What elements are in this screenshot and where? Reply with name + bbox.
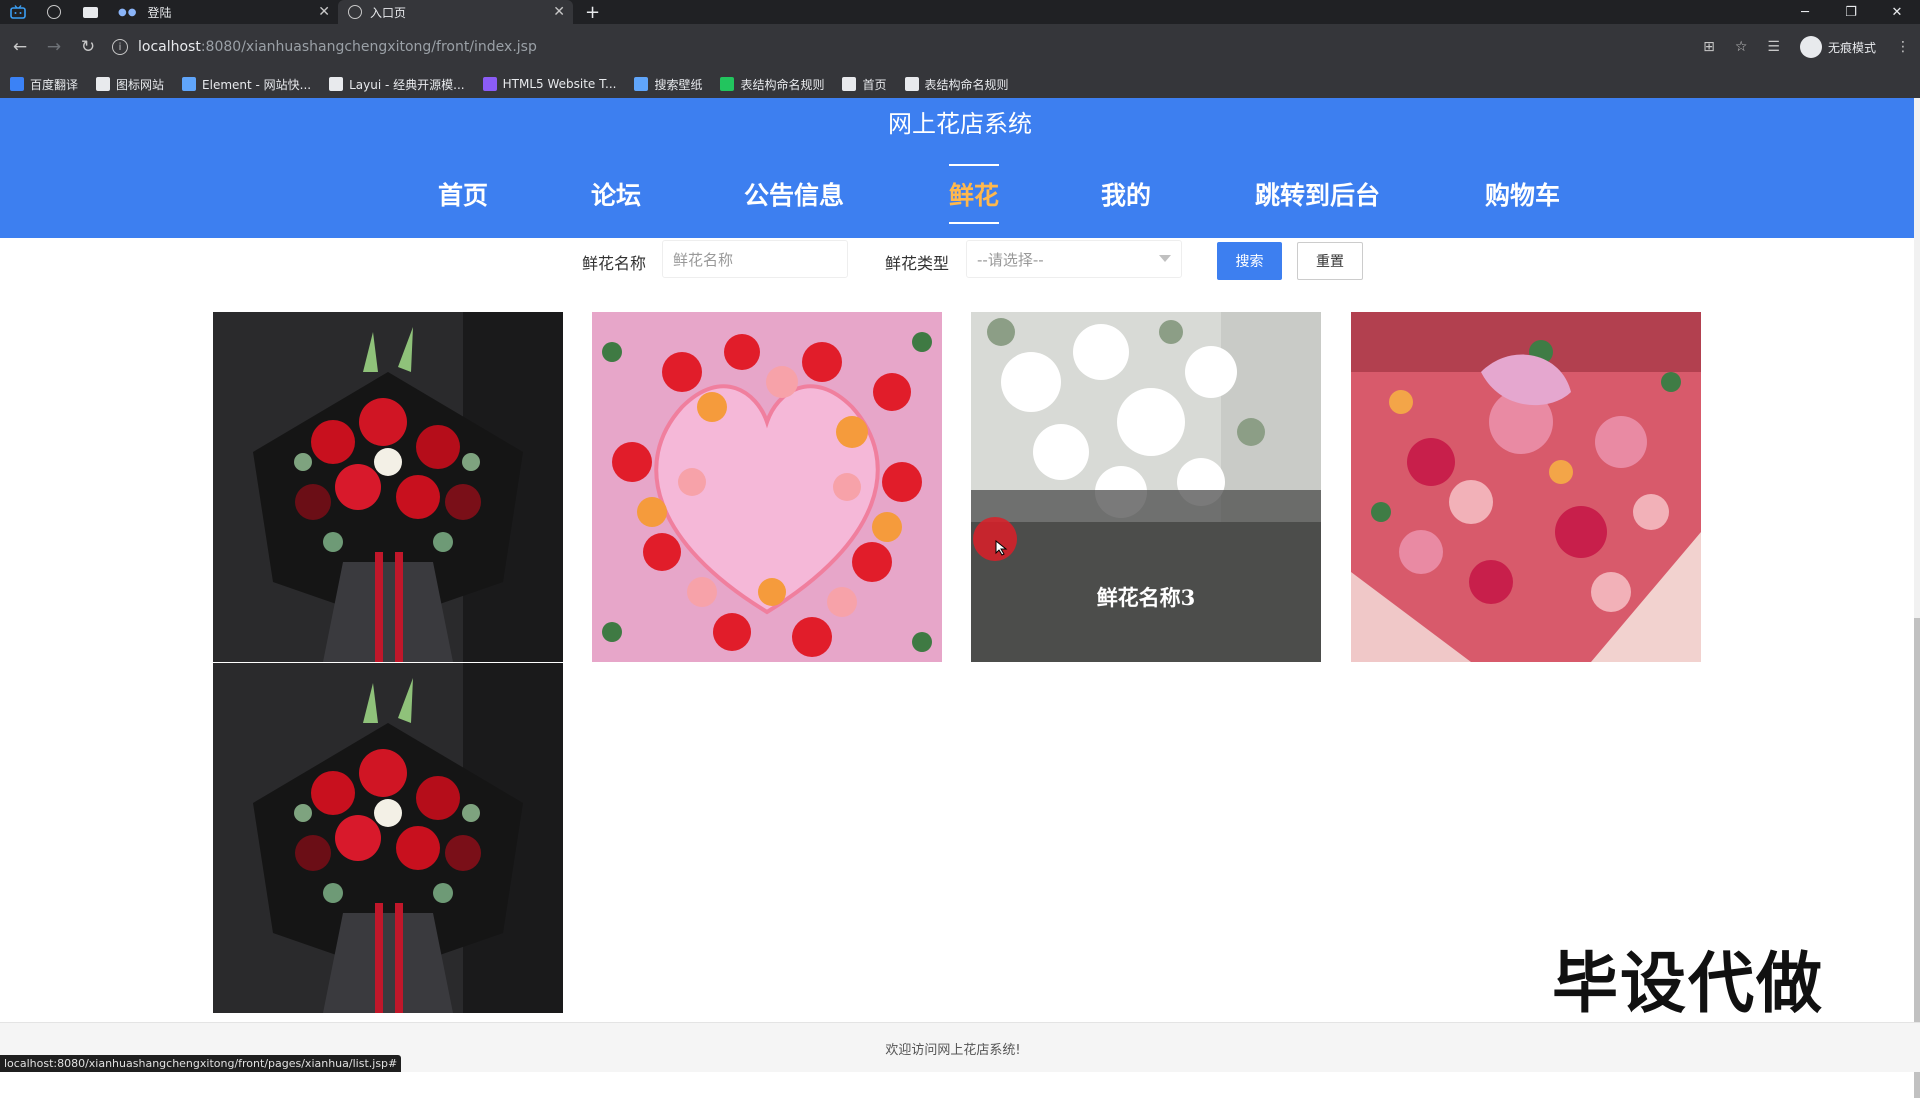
nav-admin[interactable]: 跳转到后台 <box>1255 164 1380 224</box>
browser-tab-bar: ●● 登陆 ✕ 入口页 ✕ + ─ ❐ ✕ <box>0 0 1920 24</box>
back-button[interactable]: ← <box>4 31 36 63</box>
tab-entry-page[interactable]: 入口页 ✕ <box>338 0 573 24</box>
bookmark-icon <box>329 77 344 91</box>
flower-type-value: --请选择-- <box>977 250 1044 269</box>
red-roses-bouquet-image <box>213 312 563 662</box>
bookmark-icon <box>904 77 919 91</box>
mixed-pink-bouquet-image <box>1351 312 1701 662</box>
globe-icon <box>348 5 362 19</box>
close-icon[interactable]: ✕ <box>318 4 330 20</box>
loading-dots-icon: ●● <box>118 6 138 18</box>
incognito-label: 无痕模式 <box>1827 40 1876 55</box>
window-controls: ─ ❐ ✕ <box>1782 0 1920 24</box>
bookmark-item[interactable]: 百度翻译 <box>10 76 78 93</box>
bookmark-label: 图标网站 <box>116 77 165 92</box>
bookmark-icon <box>720 77 735 91</box>
nav-cart[interactable]: 购物车 <box>1485 164 1560 224</box>
url-host: localhost <box>138 39 201 55</box>
bookmark-icon <box>96 77 111 91</box>
bookmark-label: 首页 <box>862 77 887 92</box>
bookmark-item[interactable]: 表结构命名规则 <box>904 76 1009 93</box>
site-title: 网上花店系统 <box>888 110 1032 138</box>
incognito-icon <box>1799 36 1822 58</box>
url-path: :8080/xianhuashangchengxitong/front/inde… <box>200 39 537 55</box>
nav-announcements[interactable]: 公告信息 <box>744 164 844 224</box>
close-icon[interactable]: ✕ <box>553 4 565 20</box>
flower-card[interactable] <box>592 312 942 662</box>
globe-icon[interactable] <box>36 0 72 24</box>
bookmark-label: 百度翻译 <box>30 77 79 92</box>
main-nav: 首页 论坛 公告信息 鲜花 我的 跳转到后台 购物车 <box>0 164 1920 224</box>
flower-type-select[interactable]: --请选择-- <box>966 240 1182 278</box>
nav-flowers[interactable]: 鲜花 <box>949 164 1000 224</box>
tab-label: 入口页 <box>370 5 407 20</box>
flower-caption: 鲜花名称3 <box>971 490 1321 662</box>
url-field[interactable]: i localhost:8080/xianhuashangchengxitong… <box>112 31 1692 63</box>
tab-login[interactable]: ●● 登陆 ✕ <box>108 0 338 24</box>
mouse-cursor-icon <box>995 540 1008 556</box>
bilibili-icon[interactable] <box>0 0 36 24</box>
bookmark-icon <box>842 77 857 91</box>
more-menu-icon[interactable]: ⋮ <box>1896 39 1910 55</box>
reset-button[interactable]: 重置 <box>1297 242 1363 280</box>
search-form: 鲜花名称 鲜花名称 鲜花类型 --请选择-- 搜索 重置 <box>0 240 1920 280</box>
minimize-button[interactable]: ─ <box>1782 0 1828 24</box>
close-window-button[interactable]: ✕ <box>1874 0 1920 24</box>
bookmarks-bar: 百度翻译 图标网站 Element - 网站快... Layui - 经典开源模...… <box>0 70 1920 98</box>
flower-card[interactable] <box>1351 312 1701 662</box>
bookmark-item[interactable]: HTML5 Website T... <box>482 77 617 91</box>
forward-button[interactable]: → <box>38 31 70 63</box>
bookmark-icon <box>182 77 197 91</box>
bookmark-label: 表结构命名规则 <box>740 77 825 92</box>
bookmark-label: Layui - 经典开源模... <box>349 77 465 92</box>
flower-type-label: 鲜花类型 <box>885 254 950 273</box>
page-scrollbar[interactable] <box>1914 98 1920 1098</box>
bookmark-item[interactable]: Layui - 经典开源模... <box>329 76 465 93</box>
flower-card[interactable] <box>213 312 563 662</box>
red-roses-bouquet-image <box>213 663 563 1013</box>
nav-forum[interactable]: 论坛 <box>591 164 641 224</box>
flower-name-input[interactable]: 鲜花名称 <box>662 240 848 278</box>
new-tab-button[interactable]: + <box>585 2 600 23</box>
reload-button[interactable]: ↻ <box>72 31 104 63</box>
incognito-profile[interactable]: 无痕模式 <box>1799 36 1876 58</box>
translate-icon[interactable]: ⊞ <box>1703 39 1715 55</box>
flower-card[interactable]: 鲜花名称3 <box>971 312 1321 662</box>
address-bar-row: ← → ↻ i localhost:8080/xianhuashangcheng… <box>0 24 1920 70</box>
star-icon[interactable]: ☆ <box>1735 39 1748 55</box>
bookmark-label: HTML5 Website T... <box>502 77 617 91</box>
watermark-text: 毕设代做 <box>1552 945 1824 1022</box>
bookmark-item[interactable]: 图标网站 <box>96 76 164 93</box>
site-header: 网上花店系统 首页 论坛 公告信息 鲜花 我的 跳转到后台 购物车 <box>0 98 1920 238</box>
status-bar-url: localhost:8080/xianhuashangchengxitong/f… <box>0 1055 402 1072</box>
restore-button[interactable]: ❐ <box>1828 0 1874 24</box>
rose-heart-image <box>592 312 942 662</box>
flower-name-label: 鲜花名称 <box>582 254 647 273</box>
reading-list-icon[interactable]: ☰ <box>1767 39 1780 55</box>
bookmark-label: Element - 网站快... <box>202 77 312 92</box>
bookmark-label: 搜索壁纸 <box>654 77 703 92</box>
bookmark-icon <box>482 77 497 91</box>
bookmark-item[interactable]: 首页 <box>842 76 887 93</box>
bookmark-icon <box>10 77 24 91</box>
nav-home[interactable]: 首页 <box>438 164 488 224</box>
window-icon[interactable] <box>72 0 108 24</box>
bookmark-label: 表结构命名规则 <box>924 77 1009 92</box>
toolbar-right: ⊞ ☆ ☰ 无痕模式 ⋮ <box>1683 24 1910 70</box>
tab-label: 登陆 <box>147 5 172 20</box>
bookmark-item[interactable]: Element - 网站快... <box>182 76 311 93</box>
nav-mine[interactable]: 我的 <box>1101 164 1151 224</box>
bookmark-icon <box>634 77 649 91</box>
flower-card[interactable] <box>213 663 563 1013</box>
bookmark-item[interactable]: 搜索壁纸 <box>634 76 702 93</box>
info-icon[interactable]: i <box>112 39 128 55</box>
bookmark-item[interactable]: 表结构命名规则 <box>720 76 824 93</box>
chevron-down-icon <box>1159 255 1171 262</box>
search-button[interactable]: 搜索 <box>1217 242 1282 280</box>
